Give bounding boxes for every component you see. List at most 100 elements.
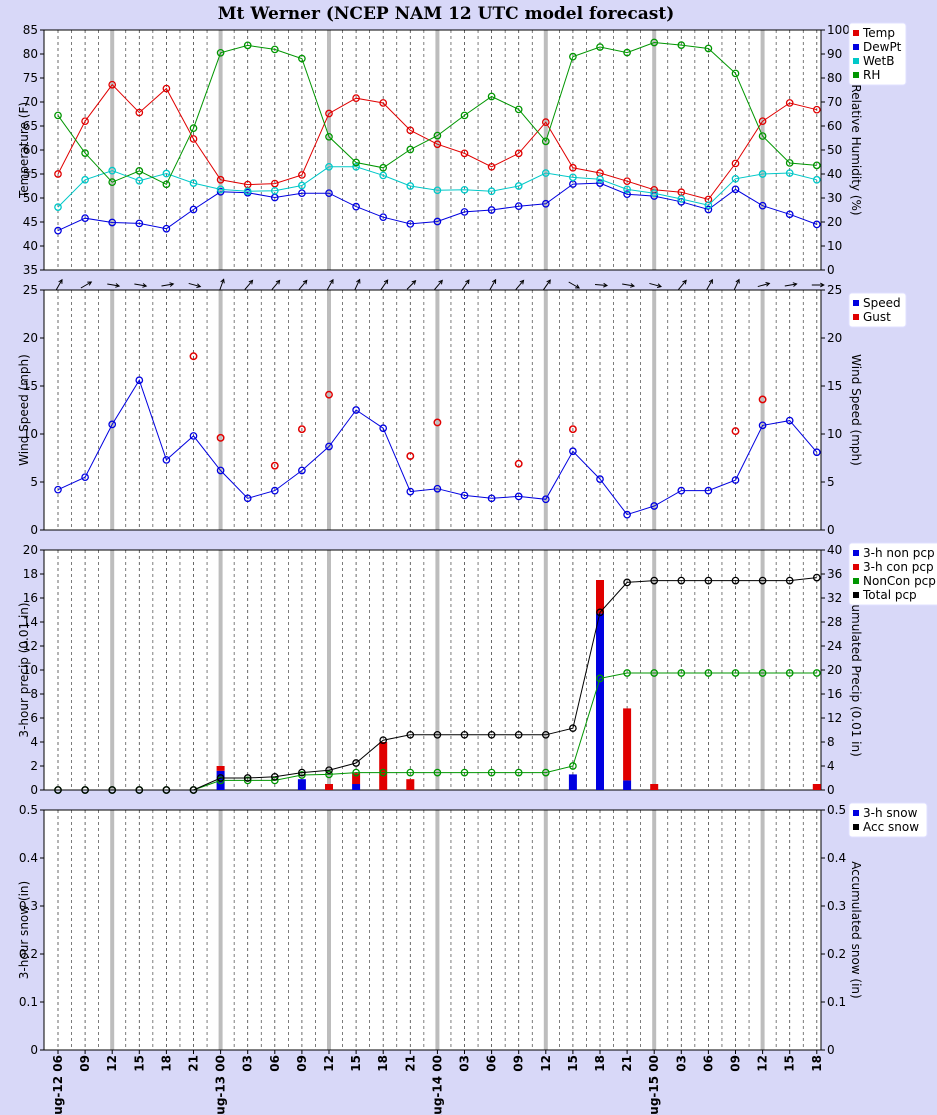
snow-y-tick-label: 0.4 bbox=[19, 851, 38, 865]
legend-label: Temp bbox=[862, 26, 895, 40]
wind-direction-arrow bbox=[784, 282, 798, 287]
acc-snow-y-tick-label: 0.1 bbox=[827, 995, 846, 1009]
acc-precip-y-tick-label: 32 bbox=[827, 591, 842, 605]
temp-y-tick-label: 45 bbox=[23, 215, 38, 229]
acc-precip-y-tick-label: 0 bbox=[827, 783, 835, 797]
x-tick-label: 15 bbox=[132, 1055, 146, 1072]
x-tick-label: 18 bbox=[593, 1055, 607, 1072]
x-tick-label: Aug-12 06 bbox=[51, 1055, 65, 1115]
legend-swatch bbox=[853, 58, 859, 64]
wind-direction-arrow bbox=[568, 281, 580, 289]
precip-y-tick-label: 6 bbox=[30, 711, 38, 725]
x-tick-label: 03 bbox=[241, 1055, 255, 1072]
rh-y-tick-label: 80 bbox=[827, 71, 842, 85]
x-tick-label: 03 bbox=[674, 1055, 688, 1072]
x-tick-label: 12 bbox=[539, 1055, 553, 1072]
temp-y-tick-label: 85 bbox=[23, 23, 38, 37]
x-tick-label: 18 bbox=[159, 1055, 173, 1072]
wind-direction-arrow bbox=[80, 281, 93, 289]
wind-y2-tick-label: 25 bbox=[827, 283, 842, 297]
legend-label: 3-h non pcp bbox=[863, 546, 935, 560]
legend-swatch bbox=[853, 30, 859, 36]
conv-precip-bar bbox=[406, 779, 415, 790]
x-tick-label: 21 bbox=[187, 1055, 201, 1072]
nonconv-precip-bar bbox=[568, 774, 577, 790]
wind-axis-label: Wind Speed (mph) bbox=[17, 354, 31, 466]
rh-y-tick-label: 20 bbox=[827, 215, 842, 229]
x-tick-label: 12 bbox=[105, 1055, 119, 1072]
acc-precip-y-tick-label: 20 bbox=[827, 663, 842, 677]
precip-y-tick-label: 0 bbox=[30, 783, 38, 797]
arrow-shaft bbox=[678, 280, 687, 290]
x-tick-label: 15 bbox=[783, 1055, 797, 1072]
panel-0 bbox=[43, 29, 822, 271]
wind-direction-arrow bbox=[542, 279, 551, 291]
x-tick-label: 12 bbox=[322, 1055, 336, 1072]
rh-y-tick-label: 40 bbox=[827, 167, 842, 181]
snow-y-tick-label: 0.5 bbox=[19, 803, 38, 817]
arrow-shaft bbox=[271, 280, 281, 290]
acc-precip-axis-label: Accumulated Precip (0.01 in) bbox=[849, 583, 863, 757]
legend-label: 3-h con pcp bbox=[863, 560, 934, 574]
legend-label: Acc snow bbox=[863, 820, 919, 834]
acc-snow-y-tick-label: 0 bbox=[827, 1043, 835, 1057]
legend-swatch bbox=[853, 300, 859, 306]
wind-direction-arrow bbox=[271, 279, 281, 290]
rh-axis-label: Relative Humidity (%) bbox=[849, 84, 863, 215]
wind-direction-arrow bbox=[326, 278, 334, 291]
conv-precip-bar bbox=[379, 742, 388, 790]
arrow-shaft bbox=[434, 280, 443, 290]
temp-y-tick-label: 75 bbox=[23, 71, 38, 85]
wind-direction-arrow bbox=[757, 282, 771, 288]
temp-y-tick-label: 80 bbox=[23, 47, 38, 61]
legend-swatch bbox=[853, 824, 859, 830]
wind-direction-arrow bbox=[461, 279, 470, 291]
legend-label: Gust bbox=[863, 310, 891, 324]
wind-direction-arrow bbox=[406, 280, 417, 290]
wind-direction-arrow bbox=[55, 278, 63, 291]
snow-y-tick-label: 0 bbox=[30, 1043, 38, 1057]
x-tick-label: 03 bbox=[458, 1055, 472, 1072]
acc-snow-axis-label: Accumulated snow (in) bbox=[849, 861, 863, 998]
wind-direction-arrow bbox=[354, 278, 361, 291]
temp-axis-label: Temperature (F) bbox=[17, 102, 31, 199]
plot-area bbox=[43, 29, 822, 271]
arrow-shaft bbox=[244, 280, 253, 290]
wind-y2-tick-label: 20 bbox=[827, 331, 842, 345]
wind-direction-arrow bbox=[489, 278, 497, 291]
acc-snow-y-tick-label: 0.3 bbox=[827, 899, 846, 913]
precip-y-tick-label: 4 bbox=[30, 735, 38, 749]
panel-1 bbox=[43, 289, 822, 531]
wind-direction-arrow bbox=[678, 279, 687, 290]
nonconv-precip-bar bbox=[352, 784, 361, 790]
acc-snow-y-tick-label: 0.2 bbox=[827, 947, 846, 961]
wind-y2-tick-label: 15 bbox=[827, 379, 842, 393]
wind-direction-arrow bbox=[107, 283, 121, 288]
arrow-shaft bbox=[515, 280, 524, 290]
acc-precip-y-tick-label: 24 bbox=[827, 639, 842, 653]
wind-y2-tick-label: 0 bbox=[827, 523, 835, 537]
acc-precip-y-tick-label: 36 bbox=[827, 567, 842, 581]
temp-y-tick-label: 35 bbox=[23, 263, 38, 277]
legend-label: RH bbox=[863, 68, 880, 82]
rh-y-tick-label: 60 bbox=[827, 119, 842, 133]
plot-area bbox=[43, 549, 822, 791]
legend-swatch bbox=[853, 72, 859, 78]
legend-swatch bbox=[853, 314, 859, 320]
wind-direction-arrow bbox=[188, 282, 202, 288]
wind-direction-arrow bbox=[705, 278, 713, 291]
wind-direction-arrow bbox=[161, 282, 175, 287]
acc-precip-y-tick-label: 4 bbox=[827, 759, 835, 773]
rh-y-tick-label: 100 bbox=[827, 23, 850, 37]
panel-3 bbox=[43, 809, 822, 1051]
wind-direction-arrow bbox=[134, 283, 148, 288]
legend-label: Total pcp bbox=[862, 588, 917, 602]
wind-direction-arrow bbox=[733, 278, 740, 291]
conv-precip-bar bbox=[216, 766, 225, 771]
x-tick-label: 09 bbox=[295, 1055, 309, 1072]
x-tick-label: 09 bbox=[729, 1055, 743, 1072]
wind-y-tick-label: 5 bbox=[30, 475, 38, 489]
meteogram: Mt Werner (NCEP NAM 12 UTC model forecas… bbox=[17, 4, 937, 1115]
x-tick-label: 06 bbox=[701, 1055, 715, 1072]
legend-label: 3-h snow bbox=[863, 806, 918, 820]
